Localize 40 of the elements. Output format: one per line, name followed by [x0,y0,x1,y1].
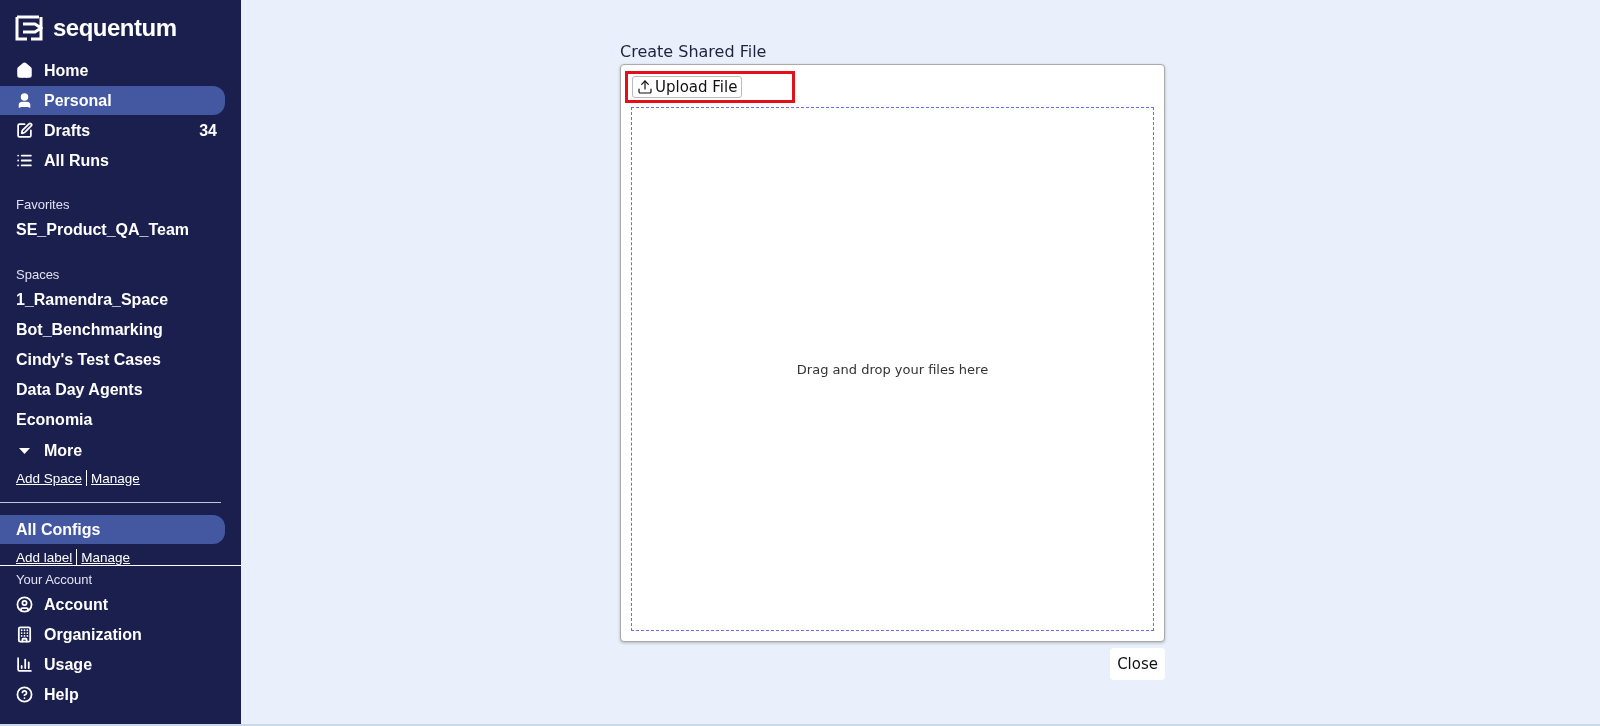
sidebar-link[interactable]: Manage [81,549,131,565]
dialog-title: Create Shared File [620,42,768,61]
building-icon [16,626,33,643]
brand-name: sequentum [53,14,177,42]
home-icon [16,62,33,79]
label-item[interactable]: All Configs [0,515,225,544]
nav-item[interactable]: Usage [0,650,225,679]
logo-icon [15,14,43,42]
list-icon [16,152,33,169]
sidebar-link[interactable]: Add Space [16,470,83,486]
upload-button[interactable]: Upload File [632,76,743,98]
space-item[interactable]: 1_Ramendra_Space [0,285,241,315]
section-heading: Spaces [15,267,61,282]
edit-icon [16,122,33,139]
drop-hint: Drag and drop your files here [796,361,989,377]
nav-item[interactable]: All Runs [0,146,225,175]
nav-item[interactable]: Organization [0,620,225,649]
space-item[interactable]: Economia [0,405,241,435]
user-icon [16,92,33,109]
section-heading: Your Account [15,572,94,587]
close-button[interactable]: Close [1110,648,1165,680]
help-icon [16,686,33,703]
sidebar-link[interactable]: Manage [91,470,140,486]
section-heading: Favorites [15,197,71,212]
nav-item[interactable]: Help [0,680,225,709]
space-item[interactable]: Bot_Benchmarking [0,315,241,345]
draft-count: 34 [199,121,217,140]
user-circle-icon [16,596,33,613]
space-item[interactable]: Data Day Agents [0,375,241,405]
bar-chart-icon [16,656,33,673]
drop-zone[interactable]: Drag and drop your files here [631,107,1154,631]
nav-item[interactable]: Home [0,56,225,85]
more-item[interactable]: More [0,436,225,465]
upload-icon [637,79,653,95]
sidebar-link[interactable]: Add label [16,549,73,565]
space-item[interactable]: Cindy's Test Cases [0,345,241,375]
nav-item[interactable]: Personal [0,86,225,115]
nav-item[interactable]: Account [0,590,225,619]
nav-item[interactable]: Drafts 34 [0,116,225,145]
favorite-item[interactable]: SE_Product_QA_Team [0,215,241,245]
